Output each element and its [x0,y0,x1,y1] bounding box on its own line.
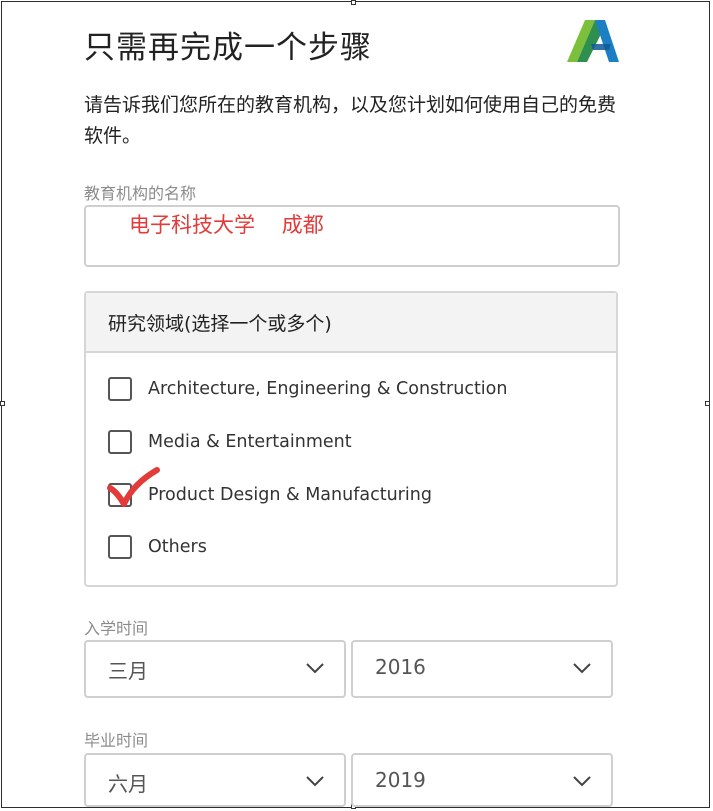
option-label: Media & Entertainment [148,432,352,452]
chevron-down-icon [573,663,591,674]
chevron-down-icon [306,776,324,787]
page-title: 只需再完成一个步骤 [84,30,372,66]
hand-drawn-checkmark-icon [107,467,160,507]
institution-label: 教育机构的名称 [84,184,197,203]
resize-handle [705,401,710,406]
resize-handle [0,401,5,406]
enrollment-year-select[interactable]: 2016 [351,640,613,698]
checkbox[interactable] [108,535,132,559]
enrollment-label: 入学时间 [84,619,149,638]
option-label: Others [148,537,207,557]
research-area-panel: 研究领域(选择一个或多个) Architecture, Engineering … [84,291,618,587]
page-subtitle: 请告诉我们您所在的教育机构，以及您计划如何使用自己的免费软件。 [84,94,617,147]
select-value: 2019 [375,768,426,792]
select-value: 六月 [108,772,148,796]
research-area-header: 研究领域(选择一个或多个) [86,293,616,353]
institution-input[interactable]: 电子科技大学 成都 [84,205,620,267]
institution-handwritten-value: 电子科技大学 成都 [129,213,324,237]
chevron-down-icon [573,776,591,787]
checkbox[interactable] [108,377,132,401]
checkbox[interactable] [108,430,132,454]
chevron-down-icon [306,663,324,674]
graduation-label: 毕业时间 [84,731,149,750]
select-value: 三月 [108,659,148,683]
select-value: 2016 [375,655,426,679]
enrollment-month-select[interactable]: 三月 [84,640,346,698]
option-label: Product Design & Manufacturing [148,485,432,505]
research-area-title: 研究领域(选择一个或多个) [108,313,332,335]
graduation-month-select[interactable]: 六月 [84,753,346,807]
graduation-year-select[interactable]: 2019 [351,753,613,807]
option-label: Architecture, Engineering & Construction [148,379,508,399]
resize-handle [351,0,356,5]
autodesk-logo [567,20,619,62]
